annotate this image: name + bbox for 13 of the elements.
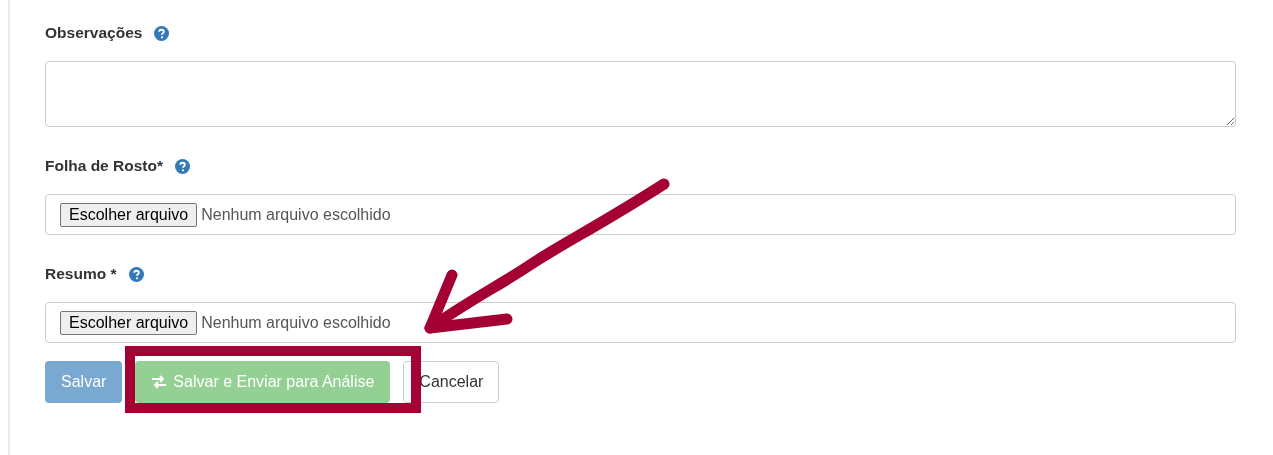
field-label: Observações [45,23,143,44]
file-input[interactable]: Escolher arquivo Nenhum arquivo escolhido [45,302,1236,343]
file-status: Nenhum arquivo escolhido [201,312,391,333]
file-status: Nenhum arquivo escolhido [201,204,391,225]
help-icon[interactable] [175,158,190,174]
choose-file-button[interactable]: Escolher arquivo [60,310,198,335]
file-input[interactable]: Escolher arquivo Nenhum arquivo escolhido [45,194,1236,235]
field-label: Folha de Rosto* [45,156,163,177]
cancel-button[interactable]: Cancelar [403,361,500,403]
help-icon[interactable] [128,266,144,282]
field-label: Resumo * [45,264,117,285]
choose-file-button[interactable]: Escolher arquivo [60,202,198,227]
help-icon[interactable] [154,25,170,41]
